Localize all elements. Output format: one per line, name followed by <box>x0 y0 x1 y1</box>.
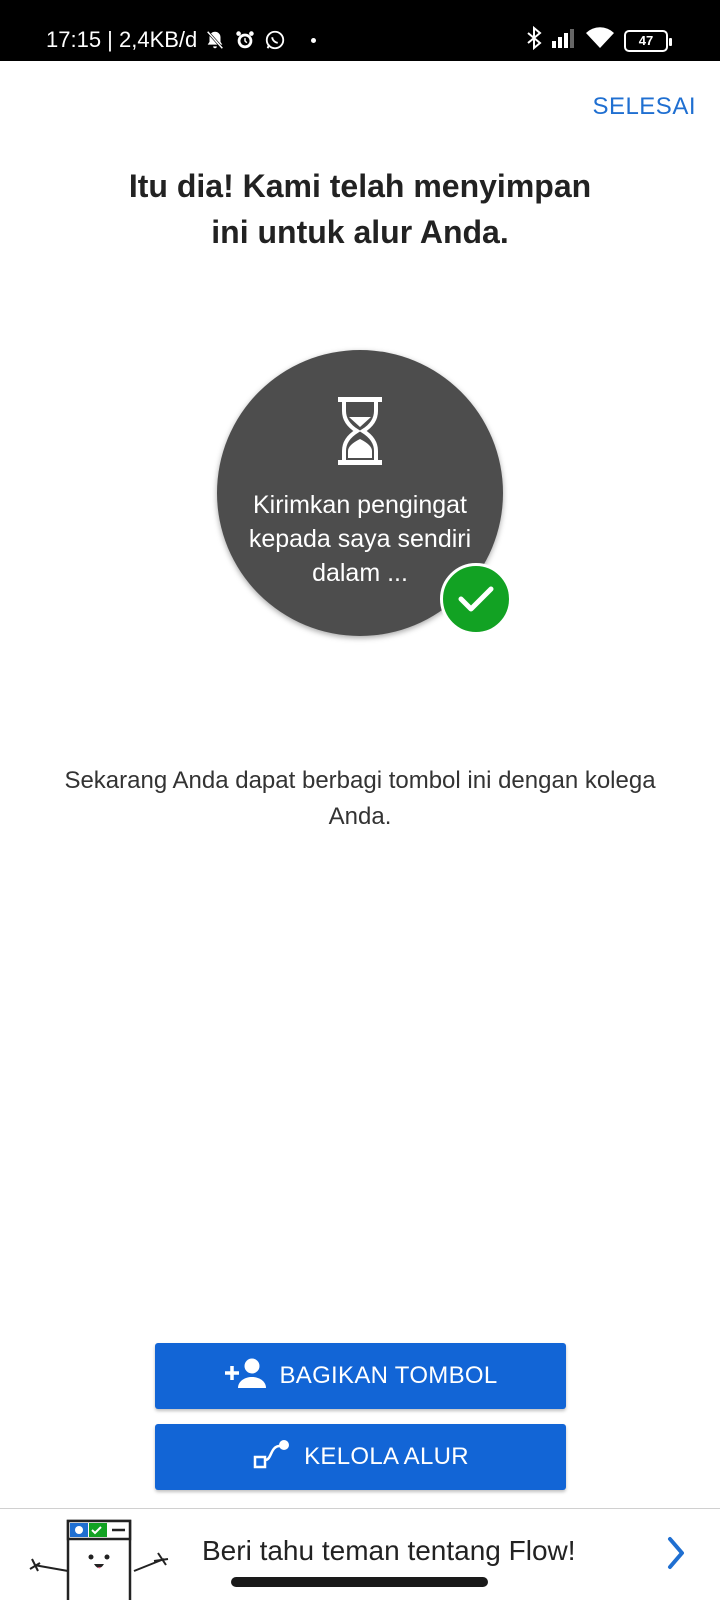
alarm-icon <box>233 28 257 52</box>
status-left: 17:15 | 2,4KB/d <box>46 27 317 53</box>
hourglass-icon <box>338 397 382 465</box>
status-dot <box>311 37 317 43</box>
add-person-icon <box>223 1357 267 1396</box>
flow-path-icon <box>252 1438 292 1477</box>
share-button-label: BAGIKAN TOMBOL <box>279 1362 498 1389</box>
chevron-right-icon[interactable] <box>662 1533 690 1573</box>
status-bar: 17:15 | 2,4KB/d 47 <box>0 0 720 61</box>
manage-flow-button[interactable]: KELOLA ALUR <box>155 1424 566 1490</box>
page-title: Itu dia! Kami telah menyimpan ini untuk … <box>128 168 592 250</box>
status-time: 17:15 | 2,4KB/d <box>46 27 198 52</box>
bluetooth-icon <box>526 25 542 55</box>
share-button[interactable]: BAGIKAN TOMBOL <box>155 1343 566 1409</box>
promo-text: Beri tahu teman tentang Flow! <box>202 1535 576 1566</box>
success-check-icon <box>440 563 512 635</box>
battery-level: 47 <box>638 33 654 48</box>
flow-mascot-icon <box>29 1519 169 1600</box>
done-button[interactable]: SELESAI <box>592 93 696 121</box>
signal-icon <box>552 28 576 53</box>
battery-icon: 47 <box>624 29 672 52</box>
whatsapp-icon <box>263 28 287 52</box>
wifi-icon <box>586 27 614 54</box>
description-text: Sekarang Anda dapat berbagi tombol ini d… <box>64 767 656 830</box>
status-right: 47 <box>526 25 672 55</box>
flow-button-label: Kirimkan pengingat kepada saya sendiri d… <box>248 491 472 587</box>
home-indicator[interactable] <box>231 1577 488 1587</box>
mute-bell-icon <box>203 28 227 52</box>
manage-flow-button-label: KELOLA ALUR <box>304 1443 469 1470</box>
